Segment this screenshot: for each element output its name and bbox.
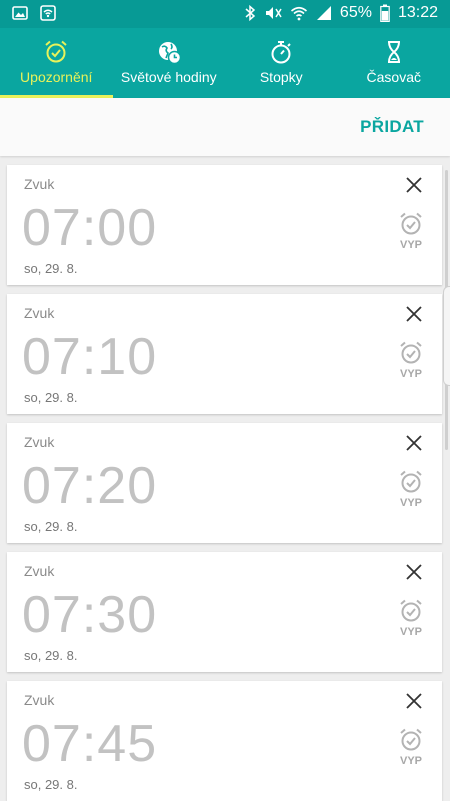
alarm-label: Zvuk (24, 563, 54, 579)
alarm-clock-icon (398, 598, 424, 624)
stopwatch-icon (268, 39, 294, 65)
cell-signal-icon (316, 5, 332, 21)
alarm-toggle[interactable]: VYP (396, 469, 426, 509)
tab-timer[interactable]: Časovač (338, 28, 450, 98)
alarm-time: 07:30 (22, 585, 157, 645)
wifi-signal-icon (290, 4, 308, 22)
tab-label: Stopky (260, 69, 303, 85)
tab-label: Upozornění (20, 69, 92, 85)
alarm-toggle[interactable]: VYP (396, 598, 426, 638)
close-icon (404, 691, 424, 711)
tab-world-clock[interactable]: Světové hodiny (113, 28, 226, 98)
alarm-time: 07:00 (22, 198, 157, 258)
delete-alarm-button[interactable] (404, 562, 424, 582)
delete-alarm-button[interactable] (404, 691, 424, 711)
alarm-date: so, 29. 8. (24, 648, 77, 663)
add-alarm-button[interactable]: PŘIDAT (360, 117, 424, 137)
alarm-date: so, 29. 8. (24, 261, 77, 276)
alarm-status: VYP (400, 368, 422, 380)
alarm-status: VYP (400, 755, 422, 767)
alarm-status: VYP (400, 497, 422, 509)
gallery-notification-icon (12, 5, 28, 21)
alarm-time: 07:10 (22, 327, 157, 387)
alarm-clock-icon (398, 469, 424, 495)
bluetooth-icon (244, 4, 256, 22)
wifi-notification-icon (40, 5, 56, 21)
action-bar: PŘIDAT (0, 98, 450, 156)
alarm-status: VYP (400, 626, 422, 638)
mute-icon (264, 4, 282, 22)
world-clock-icon (156, 39, 182, 65)
alarm-label: Zvuk (24, 692, 54, 708)
tab-bar: Upozornění Světové hodiny Stopky Časovač (0, 28, 450, 98)
alarm-label: Zvuk (24, 305, 54, 321)
alarm-label: Zvuk (24, 434, 54, 450)
alarm-card[interactable]: Zvuk 07:45 so, 29. 8. VYP (7, 681, 442, 801)
close-icon (404, 175, 424, 195)
alarm-clock-icon (43, 39, 69, 65)
delete-alarm-button[interactable] (404, 175, 424, 195)
alarm-label: Zvuk (24, 176, 54, 192)
alarm-clock-icon (398, 211, 424, 237)
status-bar: 65% 13:22 (0, 0, 450, 28)
hourglass-icon (381, 39, 407, 65)
alarm-card[interactable]: Zvuk 07:30 so, 29. 8. VYP (7, 552, 442, 672)
tab-alarm[interactable]: Upozornění (0, 28, 113, 98)
delete-alarm-button[interactable] (404, 304, 424, 324)
tab-label: Časovač (367, 69, 421, 85)
alarm-time: 07:45 (22, 714, 157, 774)
clock-time: 13:22 (398, 4, 438, 22)
alarm-toggle[interactable]: VYP (396, 727, 426, 767)
alarm-time: 07:20 (22, 456, 157, 516)
alarm-card[interactable]: Zvuk 07:10 so, 29. 8. VYP (7, 294, 442, 414)
battery-icon (380, 4, 390, 22)
alarm-date: so, 29. 8. (24, 390, 77, 405)
tab-stopwatch[interactable]: Stopky (225, 28, 338, 98)
alarm-toggle[interactable]: VYP (396, 340, 426, 380)
alarm-date: so, 29. 8. (24, 777, 77, 792)
tab-label: Světové hodiny (121, 69, 217, 85)
alarm-clock-icon (398, 340, 424, 366)
delete-alarm-button[interactable] (404, 433, 424, 453)
alarm-status: VYP (400, 239, 422, 251)
edge-panel-handle[interactable] (443, 286, 450, 386)
close-icon (404, 562, 424, 582)
alarm-toggle[interactable]: VYP (396, 211, 426, 251)
alarm-clock-icon (398, 727, 424, 753)
alarm-date: so, 29. 8. (24, 519, 77, 534)
alarm-card[interactable]: Zvuk 07:00 so, 29. 8. VYP (7, 165, 442, 285)
alarm-card[interactable]: Zvuk 07:20 so, 29. 8. VYP (7, 423, 442, 543)
battery-percent: 65% (340, 4, 372, 22)
close-icon (404, 433, 424, 453)
close-icon (404, 304, 424, 324)
